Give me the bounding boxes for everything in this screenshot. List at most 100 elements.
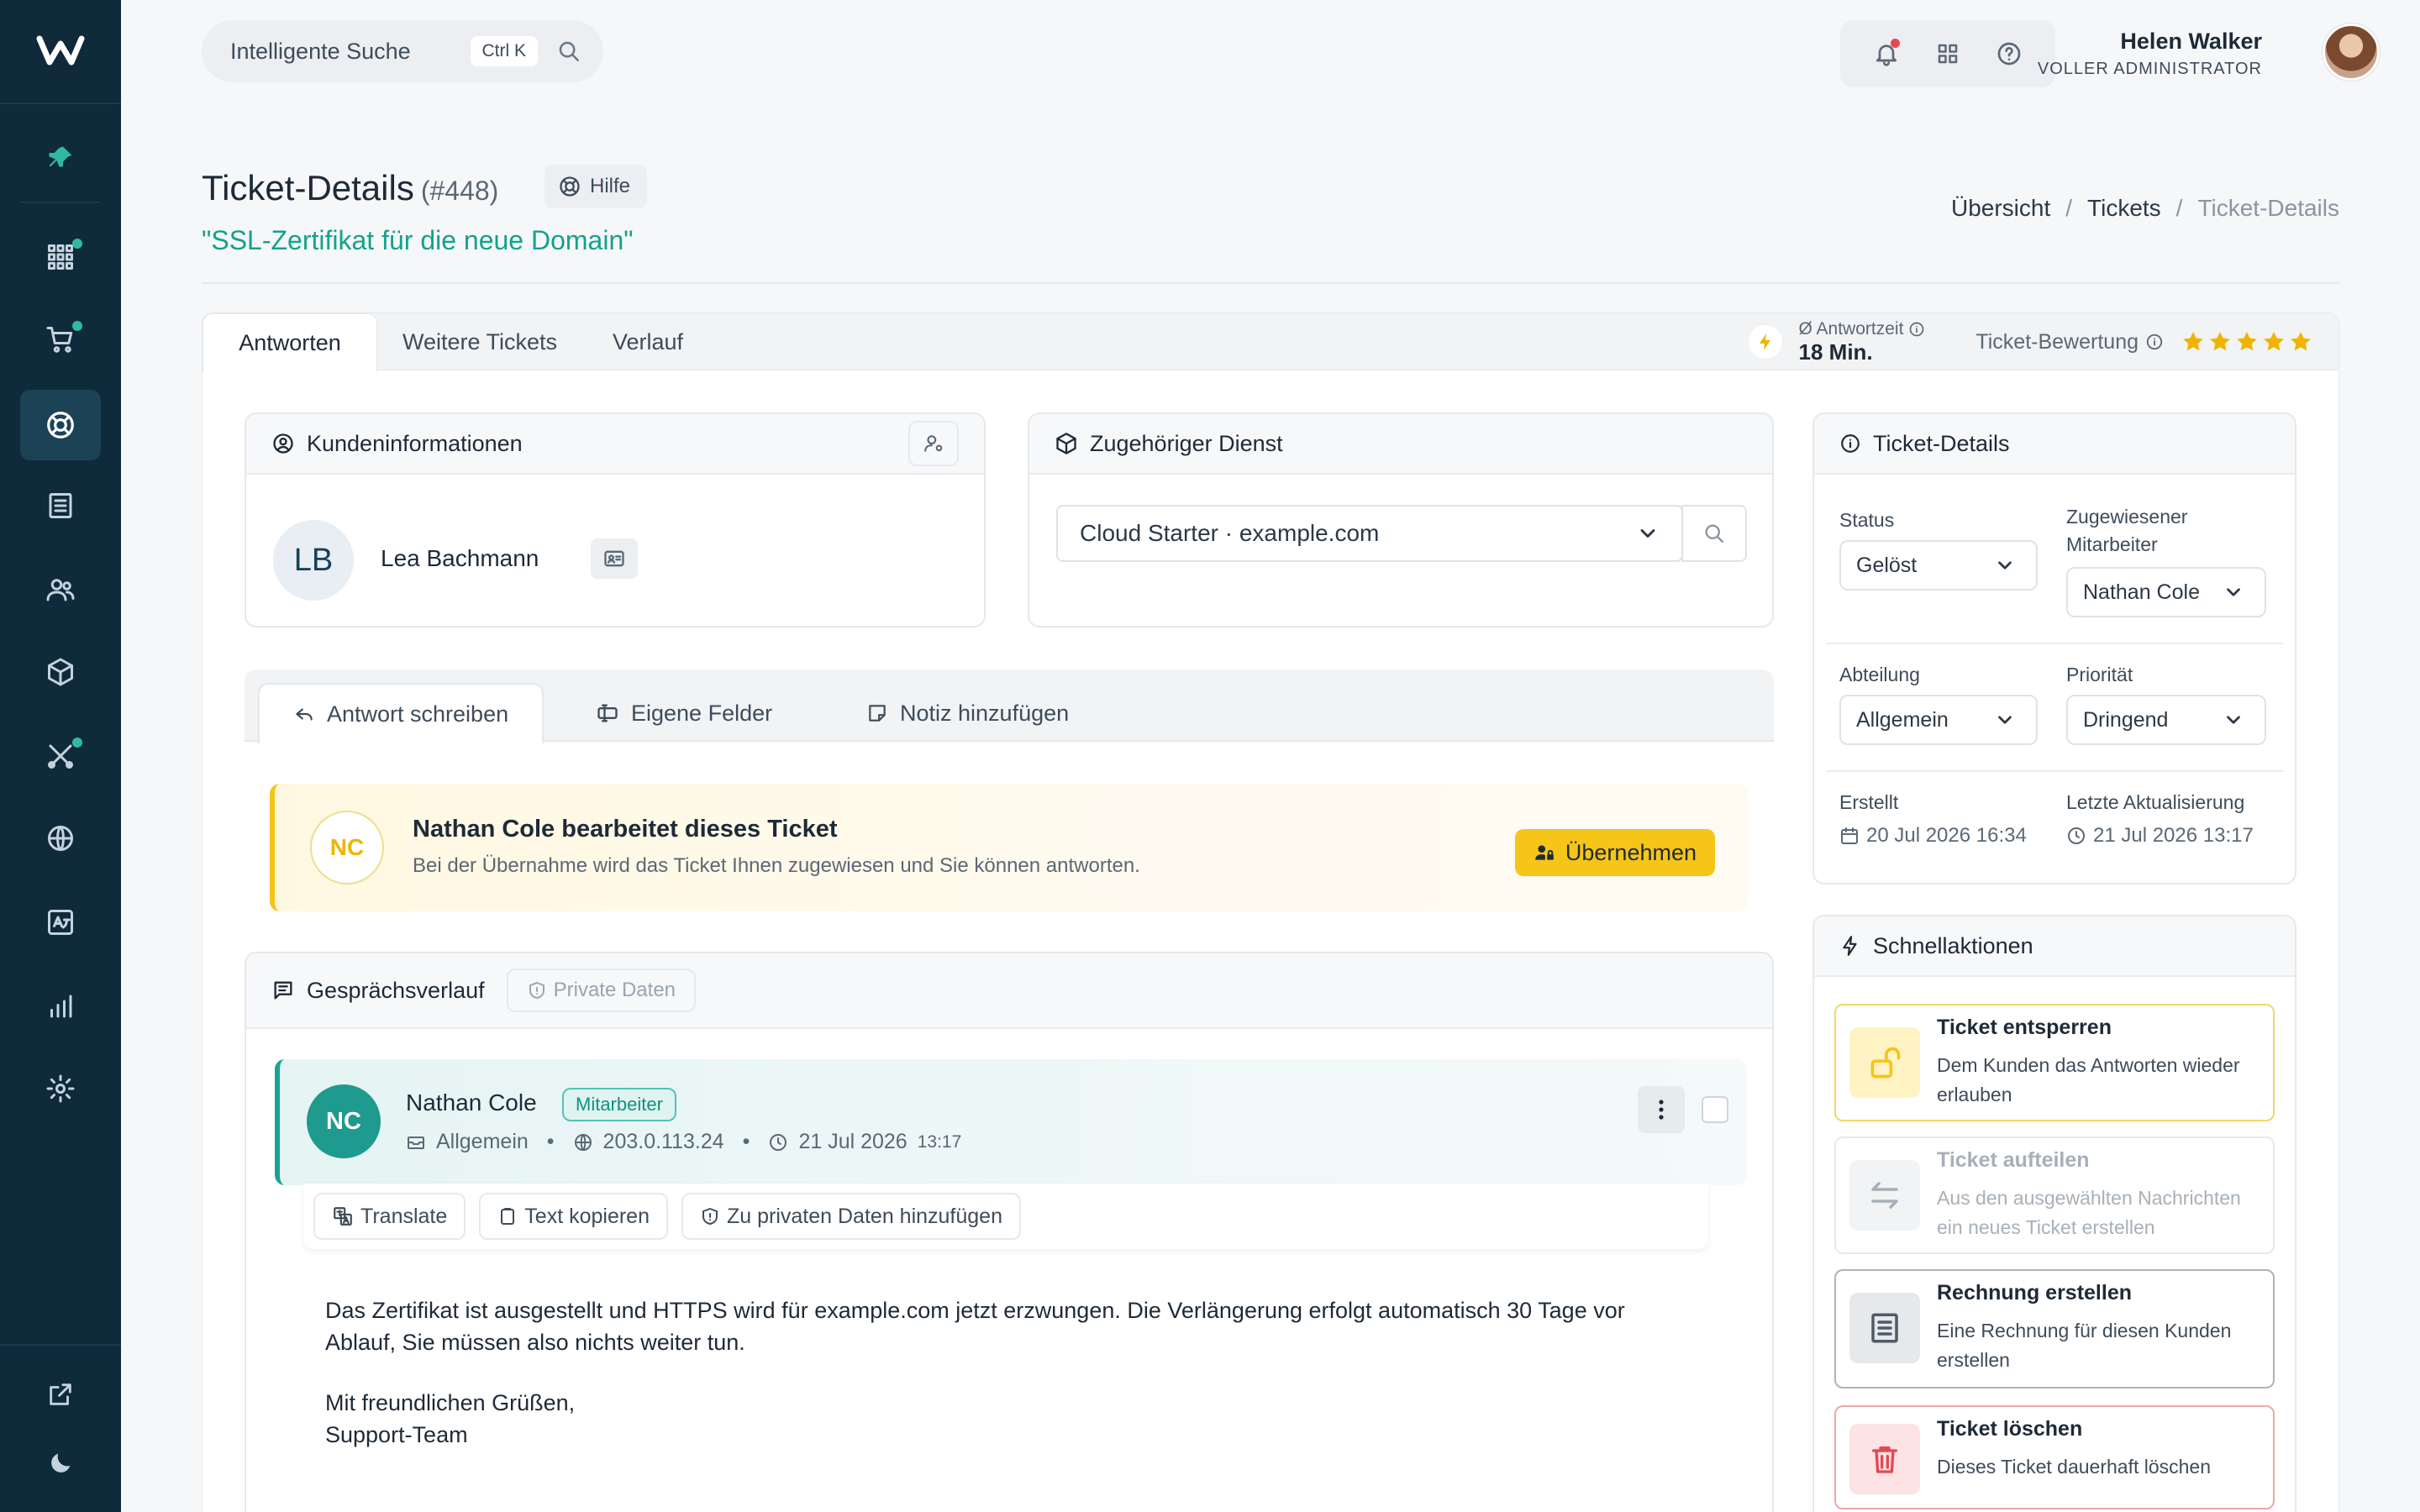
- response-time-label: Ø Antwortzeit: [1798, 318, 1904, 339]
- service-search-button[interactable]: [1681, 505, 1747, 562]
- apps-button[interactable]: [1929, 35, 1966, 72]
- user-info[interactable]: Helen Walker VOLLER ADMINISTRATOR: [2038, 29, 2262, 79]
- customer-avatar: LB: [273, 520, 354, 601]
- private-data-label: Private Daten: [553, 979, 676, 1001]
- sidebar-item-external[interactable]: [20, 1359, 101, 1430]
- copy-text-button[interactable]: Text kopieren: [479, 1193, 668, 1240]
- sidebar-item-domains[interactable]: [20, 803, 101, 874]
- translate-button[interactable]: Translate: [313, 1193, 466, 1240]
- breadcrumb-overview[interactable]: Übersicht: [1951, 195, 2050, 222]
- user-cog-icon: [924, 435, 943, 452]
- box-icon: [48, 658, 73, 686]
- status-label: Status: [1839, 509, 1895, 531]
- create-invoice-action[interactable]: Rechnung erstellen Eine Rechnung für die…: [1834, 1269, 2275, 1389]
- take-over-button[interactable]: Übernehmen: [1514, 829, 1715, 876]
- message-select-checkbox[interactable]: [1702, 1096, 1728, 1123]
- tab-add-note[interactable]: Notiz hinzufügen: [833, 683, 1102, 743]
- customer-name[interactable]: Lea Bachmann: [381, 545, 539, 572]
- tab-replies[interactable]: Antworten: [203, 313, 377, 372]
- add-private-button[interactable]: Zu privaten Daten hinzufügen: [681, 1193, 1021, 1240]
- tab-custom-fields[interactable]: Eigene Felder: [562, 683, 806, 743]
- delete-ticket-action[interactable]: Ticket löschen Dieses Ticket dauerhaft l…: [1834, 1405, 2275, 1509]
- message-greeting: Mit freundlichen Grüßen,: [325, 1390, 576, 1415]
- search-icon[interactable]: [556, 39, 581, 64]
- rating-stars: [2181, 329, 2313, 354]
- unlock-title: Ticket entsperren: [1937, 1016, 2112, 1039]
- take-over-label: Übernehmen: [1565, 839, 1697, 865]
- ticket-subject: "SSL-Zertifikat für die neue Domain": [202, 225, 634, 255]
- sidebar-item-reports[interactable]: [20, 971, 101, 1042]
- ticket-details-panel: Ticket-Details Status Gelöst Zugewiesene…: [1812, 412, 2296, 885]
- department-select[interactable]: Allgemein: [1839, 695, 2038, 745]
- tab-write-reply-label: Antwort schreiben: [327, 701, 509, 727]
- split-icon: [1849, 1160, 1920, 1231]
- sidebar-item-dark-mode[interactable]: [20, 1428, 101, 1499]
- chevron-down-icon: [1640, 529, 1655, 538]
- bolt-icon: [1843, 936, 1857, 956]
- bolt-icon: [1748, 325, 1782, 359]
- tab-write-reply[interactable]: Antwort schreiben: [258, 683, 544, 743]
- message-author: Nathan Cole: [406, 1089, 537, 1116]
- service-selected: Cloud Starter · example.com: [1080, 520, 1380, 546]
- star-icon: [2237, 332, 2257, 351]
- lifebuoy-icon: [47, 412, 74, 438]
- sidebar-item-dashboard[interactable]: [20, 222, 101, 292]
- ticket-details-title: Ticket-Details: [1873, 430, 2010, 456]
- notification-dot: [72, 321, 82, 331]
- help-button[interactable]: [1991, 35, 2028, 72]
- message-department: Allgemein: [436, 1130, 529, 1153]
- status-select[interactable]: Gelöst: [1839, 540, 2038, 591]
- department-label: Abteilung: [1839, 664, 1920, 685]
- ticket-details-header: Ticket-Details: [1814, 414, 2295, 475]
- editor-avatar: NC: [310, 811, 384, 885]
- private-data-button[interactable]: Private Daten: [506, 969, 697, 1012]
- message-meta: Allgemein • 203.0.113.24 • 21 Jul 2026 1…: [406, 1130, 961, 1154]
- avatar[interactable]: [2323, 24, 2380, 81]
- search-shortcut: Ctrl K: [470, 36, 538, 66]
- breadcrumb-tickets[interactable]: Tickets: [2087, 195, 2161, 222]
- divider: [1826, 643, 2283, 644]
- sidebar-item-products[interactable]: [20, 637, 101, 707]
- reply-icon: [296, 708, 313, 721]
- sidebar-divider: [0, 1344, 121, 1346]
- status-value: Gelöst: [1856, 553, 1918, 577]
- invoice-icon: [1849, 1293, 1920, 1363]
- main-tabs: Antworten Weitere Tickets Verlauf Ø Antw…: [203, 313, 2338, 372]
- priority-select[interactable]: Dringend: [2066, 695, 2266, 745]
- updated-value: 21 Jul 2026 13:17: [2093, 824, 2254, 847]
- sidebar-item-pinned[interactable]: [20, 123, 101, 193]
- help-button[interactable]: Hilfe: [544, 165, 648, 208]
- split-ticket-action[interactable]: Ticket aufteilen Aus den ausgewählten Na…: [1834, 1137, 2275, 1254]
- divider: [202, 282, 2339, 284]
- service-select[interactable]: Cloud Starter · example.com: [1056, 505, 1683, 562]
- unlock-desc: Dem Kunden das Antworten wieder erlauben: [1937, 1054, 2240, 1105]
- customer-settings-button[interactable]: [908, 421, 959, 466]
- sidebar-item-customers[interactable]: [20, 554, 101, 625]
- tab-history[interactable]: Verlauf: [579, 313, 717, 370]
- sidebar-item-support[interactable]: [20, 390, 101, 460]
- sidebar-item-orders[interactable]: [20, 304, 101, 375]
- translate-icon: [334, 1207, 352, 1226]
- customer-card-button[interactable]: [591, 538, 638, 579]
- sidebar-item-tools[interactable]: [20, 721, 101, 791]
- invoice-desc: Eine Rechnung für diesen Kunden erstelle…: [1937, 1320, 2232, 1371]
- info-icon: [2146, 333, 2163, 350]
- sidebar-item-translations[interactable]: [20, 887, 101, 958]
- quick-actions-panel: Schnellaktionen Ticket entsperren Dem Ku…: [1812, 915, 2296, 1512]
- notifications-button[interactable]: [1868, 35, 1905, 72]
- chevron-down-icon: [2227, 716, 2240, 724]
- message-text: Das Zertifikat ist ausgestellt und HTTPS…: [325, 1298, 1625, 1355]
- message-menu-button[interactable]: [1638, 1086, 1685, 1133]
- notification-dot: [72, 239, 82, 249]
- sidebar-item-invoices[interactable]: [20, 470, 101, 541]
- unlock-ticket-action[interactable]: Ticket entsperren Dem Kunden das Antwort…: [1834, 1004, 2275, 1121]
- delete-title: Ticket löschen: [1937, 1417, 2083, 1441]
- customer-panel-header: Kundeninformationen: [246, 414, 984, 475]
- clock-icon: [2068, 827, 2085, 844]
- logo[interactable]: [30, 30, 91, 71]
- notification-dot: [1890, 39, 1900, 48]
- sidebar-item-settings[interactable]: [20, 1053, 101, 1124]
- search-bar[interactable]: Intelligente Suche Ctrl K: [202, 20, 603, 82]
- tab-other-tickets[interactable]: Weitere Tickets: [387, 313, 572, 370]
- assignee-select[interactable]: Nathan Cole: [2066, 567, 2266, 617]
